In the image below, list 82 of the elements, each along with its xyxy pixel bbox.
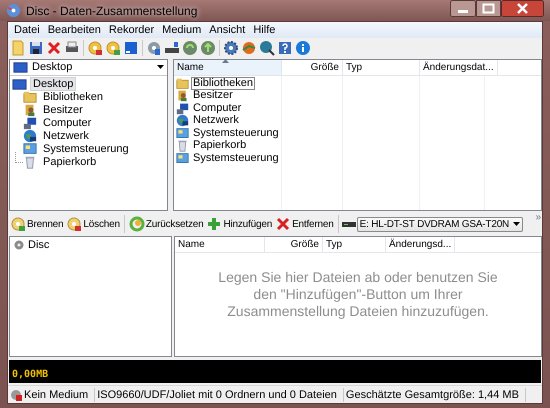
delete-icon — [275, 216, 292, 232]
column-header[interactable]: Name — [175, 237, 265, 252]
help-icon[interactable] — [277, 40, 293, 56]
status-text: Geschätzte Gesamtgröße: 1,44 MB — [346, 388, 519, 400]
file-name[interactable]: Papierkorb — [191, 139, 248, 152]
drive-icon[interactable] — [164, 40, 180, 56]
file-name[interactable]: Bibliotheken — [191, 76, 255, 90]
column-header[interactable]: Änderungsdat... — [420, 60, 498, 75]
column-header[interactable]: Typ — [323, 237, 386, 252]
menu-item[interactable]: Rekorder — [104, 24, 158, 36]
toolbar-button[interactable]: Löschen — [65, 215, 121, 234]
column-header[interactable]: Größe — [265, 237, 323, 252]
computer-icon — [23, 116, 37, 130]
plus-icon — [206, 216, 222, 232]
control-panel-icon — [23, 142, 37, 156]
dropdown-arrow-icon — [157, 65, 164, 70]
disc-icon[interactable] — [146, 40, 162, 56]
file-name[interactable]: Systemsteuerung — [191, 126, 281, 140]
sort-arrow-icon — [222, 58, 229, 63]
status-text: ISO9660/UDF/Joliet mit 0 Ordnern und 0 Dateien — [97, 388, 337, 400]
control-panel-icon — [176, 126, 189, 140]
tree-item[interactable]: Papierkorb — [40, 155, 100, 170]
disc-icon[interactable] — [87, 40, 103, 56]
desktop-icon — [12, 76, 27, 92]
minimize-button[interactable] — [450, 0, 476, 17]
tree-item[interactable]: Computer — [40, 116, 94, 130]
toolbar-button[interactable]: Hinzufügen — [205, 215, 274, 234]
drive-dropdown[interactable]: E: HL-DT-ST DVDRAM GSA-T20N — [356, 216, 524, 232]
overflow-chevron[interactable]: » — [536, 213, 541, 222]
tree-item[interactable]: Bibliotheken — [40, 90, 106, 104]
file-name[interactable]: Computer — [191, 102, 244, 115]
reset-icon — [128, 216, 145, 232]
window-title: Disc - Daten-Zusammenstellung — [26, 4, 198, 18]
column-header[interactable]: Änderungsd... — [386, 237, 456, 252]
menu-item[interactable]: Bearbeiten — [44, 24, 105, 36]
trash-icon — [176, 139, 189, 152]
drive-icon — [342, 222, 356, 227]
capacity-reading: 0,00MB — [12, 369, 48, 380]
tree-item[interactable]: Netzwerk — [40, 129, 92, 144]
trash-icon — [23, 155, 37, 170]
folder-dropdown[interactable]: Desktop — [10, 60, 167, 76]
file-name[interactable]: Besitzer — [191, 89, 235, 102]
column-header[interactable]: Größe — [282, 60, 343, 75]
disc-icon[interactable] — [105, 40, 121, 56]
computer-icon — [176, 102, 189, 115]
tree-item[interactable]: Disc — [28, 239, 50, 252]
app-icon — [6, 3, 21, 18]
disc-icon — [13, 239, 25, 252]
dropdown-arrow-icon — [513, 222, 520, 226]
tree-item[interactable]: Besitzer — [40, 103, 86, 118]
menu-item[interactable]: Datei — [10, 24, 44, 36]
user-folder-icon — [23, 103, 37, 118]
close-button[interactable] — [501, 0, 544, 17]
menu-item[interactable]: Medium — [158, 24, 206, 36]
control-panel-icon — [176, 152, 189, 165]
column-header[interactable]: Name — [174, 60, 282, 75]
delete-icon[interactable] — [46, 40, 62, 56]
info-icon[interactable] — [295, 40, 311, 56]
file-name[interactable]: Systemsteuerung — [191, 152, 281, 165]
toolbar-button[interactable]: Zurücksetzen — [128, 215, 204, 234]
empty-list-message: Legen Sie hier Dateien ab oder benutzen Sie den "Hinzufügen"-Button um Ihrer Zusammenstellung Dateien hinzuzufügen. — [217, 269, 499, 320]
refresh-icon[interactable] — [200, 40, 216, 56]
settings-icon[interactable] — [223, 40, 239, 56]
toolbar-button[interactable]: Entfernen — [274, 215, 335, 234]
folder-icon — [176, 76, 189, 90]
menu-item[interactable]: Ansicht — [205, 24, 250, 36]
tree-item[interactable]: Systemsteuerung — [40, 142, 132, 156]
desktop-icon — [13, 60, 28, 75]
burn-disc-icon — [10, 216, 26, 232]
no-disc-icon — [10, 388, 22, 400]
column-header[interactable]: Typ — [343, 60, 420, 75]
toolbar-button[interactable]: Brennen — [9, 215, 64, 234]
user-folder-icon — [176, 89, 189, 102]
window-icon[interactable] — [123, 40, 139, 56]
file-name[interactable]: Netzwerk — [191, 114, 241, 128]
erase-disc-icon — [66, 216, 82, 232]
maximize-button[interactable] — [476, 0, 501, 17]
folder-icon — [23, 90, 37, 104]
tree-item[interactable]: Desktop — [30, 77, 76, 92]
menu-item[interactable]: Hilfe — [249, 24, 280, 36]
save-icon[interactable] — [28, 40, 44, 56]
status-text: Kein Medium — [24, 388, 88, 400]
